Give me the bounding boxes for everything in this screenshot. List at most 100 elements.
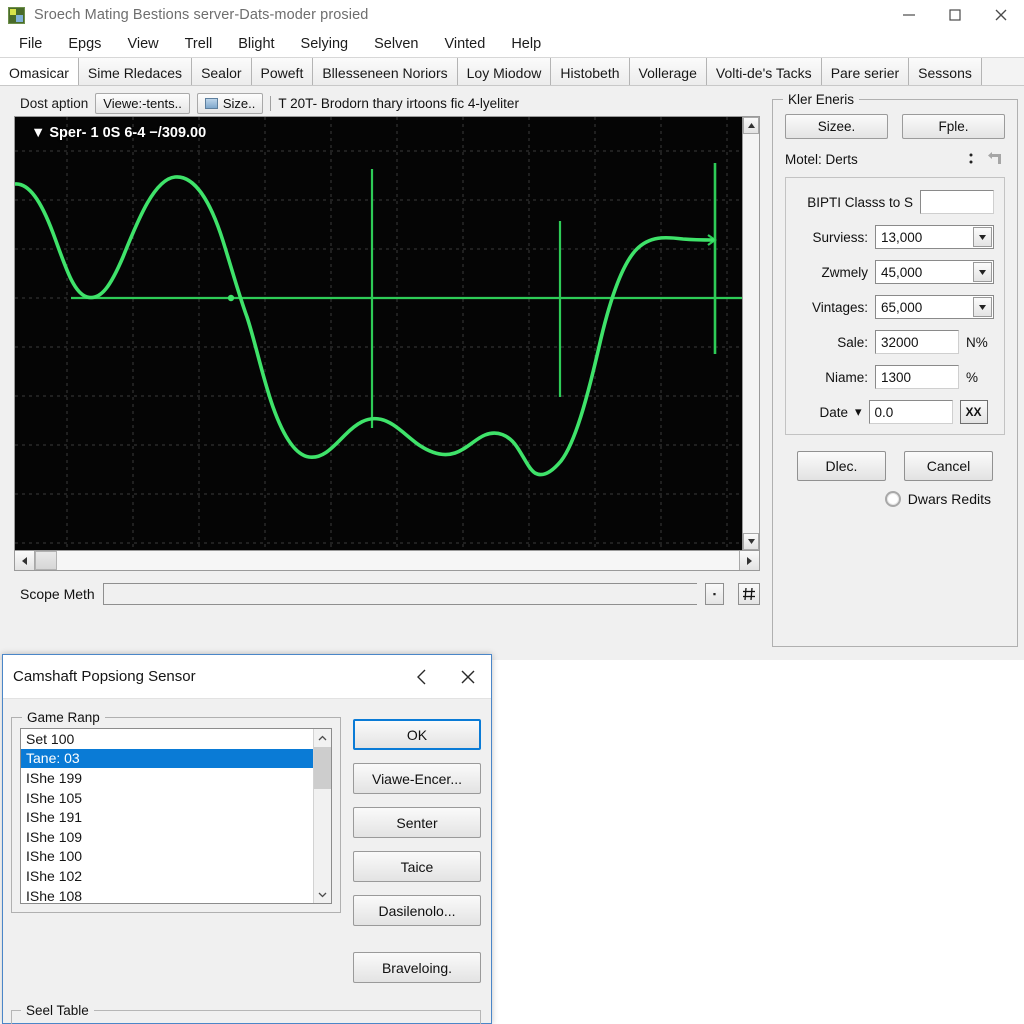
list-item[interactable]: IShe 199: [21, 768, 313, 788]
cancel-button[interactable]: Cancel: [904, 451, 993, 481]
vscroll-track[interactable]: [743, 134, 759, 533]
field-row-sale: Sale: 32000 N%: [796, 330, 994, 354]
listbox-scroll-track[interactable]: [314, 789, 331, 885]
camshaft-sensor-dialog: Camshaft Popsiong Sensor Game Ranp Set 1…: [2, 654, 492, 1024]
scroll-down-icon[interactable]: [314, 885, 331, 903]
hscroll-thumb[interactable]: [35, 551, 57, 570]
size-panel-button[interactable]: Sizee.: [785, 114, 888, 139]
file-panel-button[interactable]: Fple.: [902, 114, 1005, 139]
list-item[interactable]: IShe 108: [21, 886, 313, 903]
scroll-up-icon[interactable]: [314, 729, 331, 747]
menu-item-help[interactable]: Help: [498, 34, 554, 54]
list-item[interactable]: IShe 191: [21, 807, 313, 827]
date-dropdown-dot-icon[interactable]: ▾: [855, 404, 862, 420]
dialog-title-bar: Camshaft Popsiong Sensor: [3, 655, 491, 699]
waveform-trace: [15, 175, 715, 477]
scroll-right-icon[interactable]: [739, 551, 759, 570]
list-item[interactable]: IShe 100: [21, 847, 313, 867]
list-item[interactable]: IShe 109: [21, 827, 313, 847]
tab-omasicar[interactable]: Omasicar: [0, 58, 79, 85]
model-label: Motel: Derts: [785, 151, 858, 167]
dialog-dasilenolo-button[interactable]: Dasilenolo...: [353, 895, 481, 926]
ok-button[interactable]: Dlec.: [797, 451, 886, 481]
back-arrow-icon[interactable]: [985, 151, 1005, 167]
tab-bllesseneen-noriors[interactable]: Bllesseneen Noriors: [313, 58, 458, 85]
scroll-left-icon[interactable]: [15, 551, 35, 570]
bipti-input[interactable]: [920, 190, 994, 214]
properties-pane: Kler Eneris Sizee. Fple. Motel: Derts BI…: [772, 90, 1018, 688]
menu-item-epgs[interactable]: Epgs: [55, 34, 114, 54]
dialog-braveloing-button[interactable]: Braveloing.: [353, 952, 481, 983]
scope-pane: Dost aption Viewe:-tents.. Size.. T 20T-…: [6, 90, 766, 688]
tab-pare-serier[interactable]: Pare serier: [821, 58, 910, 85]
tab-loy-miodow[interactable]: Loy Miodow: [457, 58, 552, 85]
panel-actions: Dlec. Cancel: [785, 451, 1005, 481]
main-window: Sroech Mating Bestions server-Dats-moder…: [0, 0, 1024, 660]
menu-item-blight[interactable]: Blight: [225, 34, 287, 54]
tab-poweft[interactable]: Poweft: [251, 58, 314, 85]
view-contents-button[interactable]: Viewe:-tents..: [95, 92, 190, 114]
close-icon[interactable]: [978, 0, 1024, 30]
scroll-down-icon[interactable]: [743, 533, 759, 550]
dialog-ok-button[interactable]: OK: [353, 719, 481, 750]
listbox-scroll-thumb[interactable]: [314, 747, 331, 789]
radio-button-icon[interactable]: [884, 491, 901, 507]
toolbar-label: Dost aption: [20, 95, 89, 111]
close-icon[interactable]: [445, 655, 491, 699]
list-item[interactable]: Tane: 03: [21, 748, 313, 769]
spinner-icon[interactable]: ▪: [705, 583, 724, 605]
date-picker-button[interactable]: XX: [959, 400, 988, 424]
menu-item-selven[interactable]: Selven: [361, 34, 431, 54]
tab-histobeth[interactable]: Histobeth: [551, 58, 630, 85]
dialog-viawe-encer-button[interactable]: Viawe-Encer...: [353, 763, 481, 794]
list-items: Set 100 Tane: 03 IShe 199 IShe 105 IShe …: [21, 729, 313, 903]
fields-group: BIPTI Classs to S Surviess: 13,000 Zwmel…: [785, 177, 1005, 435]
field-row-vintages: Vintages: 65,000: [796, 295, 994, 319]
scroll-up-icon[interactable]: [743, 117, 759, 134]
menu-item-vinted[interactable]: Vinted: [431, 34, 498, 54]
vintages-combo[interactable]: 65,000: [875, 295, 994, 319]
scope-canvas[interactable]: [15, 117, 742, 550]
scope-horizontal-scrollbar[interactable]: [14, 551, 760, 571]
list-item[interactable]: IShe 102: [21, 866, 313, 886]
scope-vertical-scrollbar[interactable]: [742, 117, 759, 550]
menu-item-file[interactable]: File: [6, 34, 55, 54]
chevron-down-icon[interactable]: [973, 297, 992, 317]
surviess-combo[interactable]: 13,000: [875, 225, 994, 249]
dwars-redits-row[interactable]: Dwars Redits: [785, 491, 1005, 507]
grid-icon[interactable]: [738, 583, 760, 605]
dialog-senter-button[interactable]: Senter: [353, 807, 481, 838]
field-row-bipti: BIPTI Classs to S: [796, 190, 994, 214]
chevron-left-icon[interactable]: [399, 655, 445, 699]
triangle-icon: ▼: [31, 125, 46, 141]
dwars-redits-label: Dwars Redits: [907, 491, 991, 507]
list-item[interactable]: Set 100: [21, 729, 313, 749]
surviess-value: 13,000: [881, 229, 923, 245]
game-ranp-listbox[interactable]: Set 100 Tane: 03 IShe 199 IShe 105 IShe …: [20, 728, 332, 904]
size-button[interactable]: Size..: [196, 92, 264, 114]
hscroll-track[interactable]: [57, 551, 739, 570]
scope-display[interactable]: ▼ Sper- 1 0S 6-4 −/309.00: [14, 116, 760, 551]
dialog-taice-button[interactable]: Taice: [353, 851, 481, 882]
minimize-icon[interactable]: [886, 0, 932, 30]
maximize-icon[interactable]: [932, 0, 978, 30]
listbox-scrollbar[interactable]: [313, 729, 331, 903]
date-input[interactable]: 0.0: [868, 400, 953, 424]
chevron-down-icon[interactable]: [973, 227, 992, 247]
tab-sime-rledaces[interactable]: Sime Rledaces: [78, 58, 193, 85]
sale-input[interactable]: 32000: [875, 330, 959, 354]
zwmely-combo[interactable]: 45,000: [875, 260, 994, 284]
scope-meth-input[interactable]: [102, 583, 697, 605]
sale-unit: N%: [966, 334, 988, 350]
tab-sealor[interactable]: Sealor: [192, 58, 252, 85]
tab-volti-des-tacks[interactable]: Volti-de's Tacks: [706, 58, 822, 85]
vertical-dots-icon[interactable]: [969, 151, 973, 167]
list-item[interactable]: IShe 105: [21, 788, 313, 808]
chevron-down-icon[interactable]: [973, 262, 992, 282]
niame-input[interactable]: 1300: [875, 365, 959, 389]
menu-item-trell[interactable]: Trell: [172, 34, 226, 54]
tab-vollerage[interactable]: Vollerage: [629, 58, 707, 85]
menu-item-view[interactable]: View: [114, 34, 171, 54]
menu-item-selying[interactable]: Selying: [288, 34, 362, 54]
tab-sessons[interactable]: Sessons: [909, 58, 982, 85]
